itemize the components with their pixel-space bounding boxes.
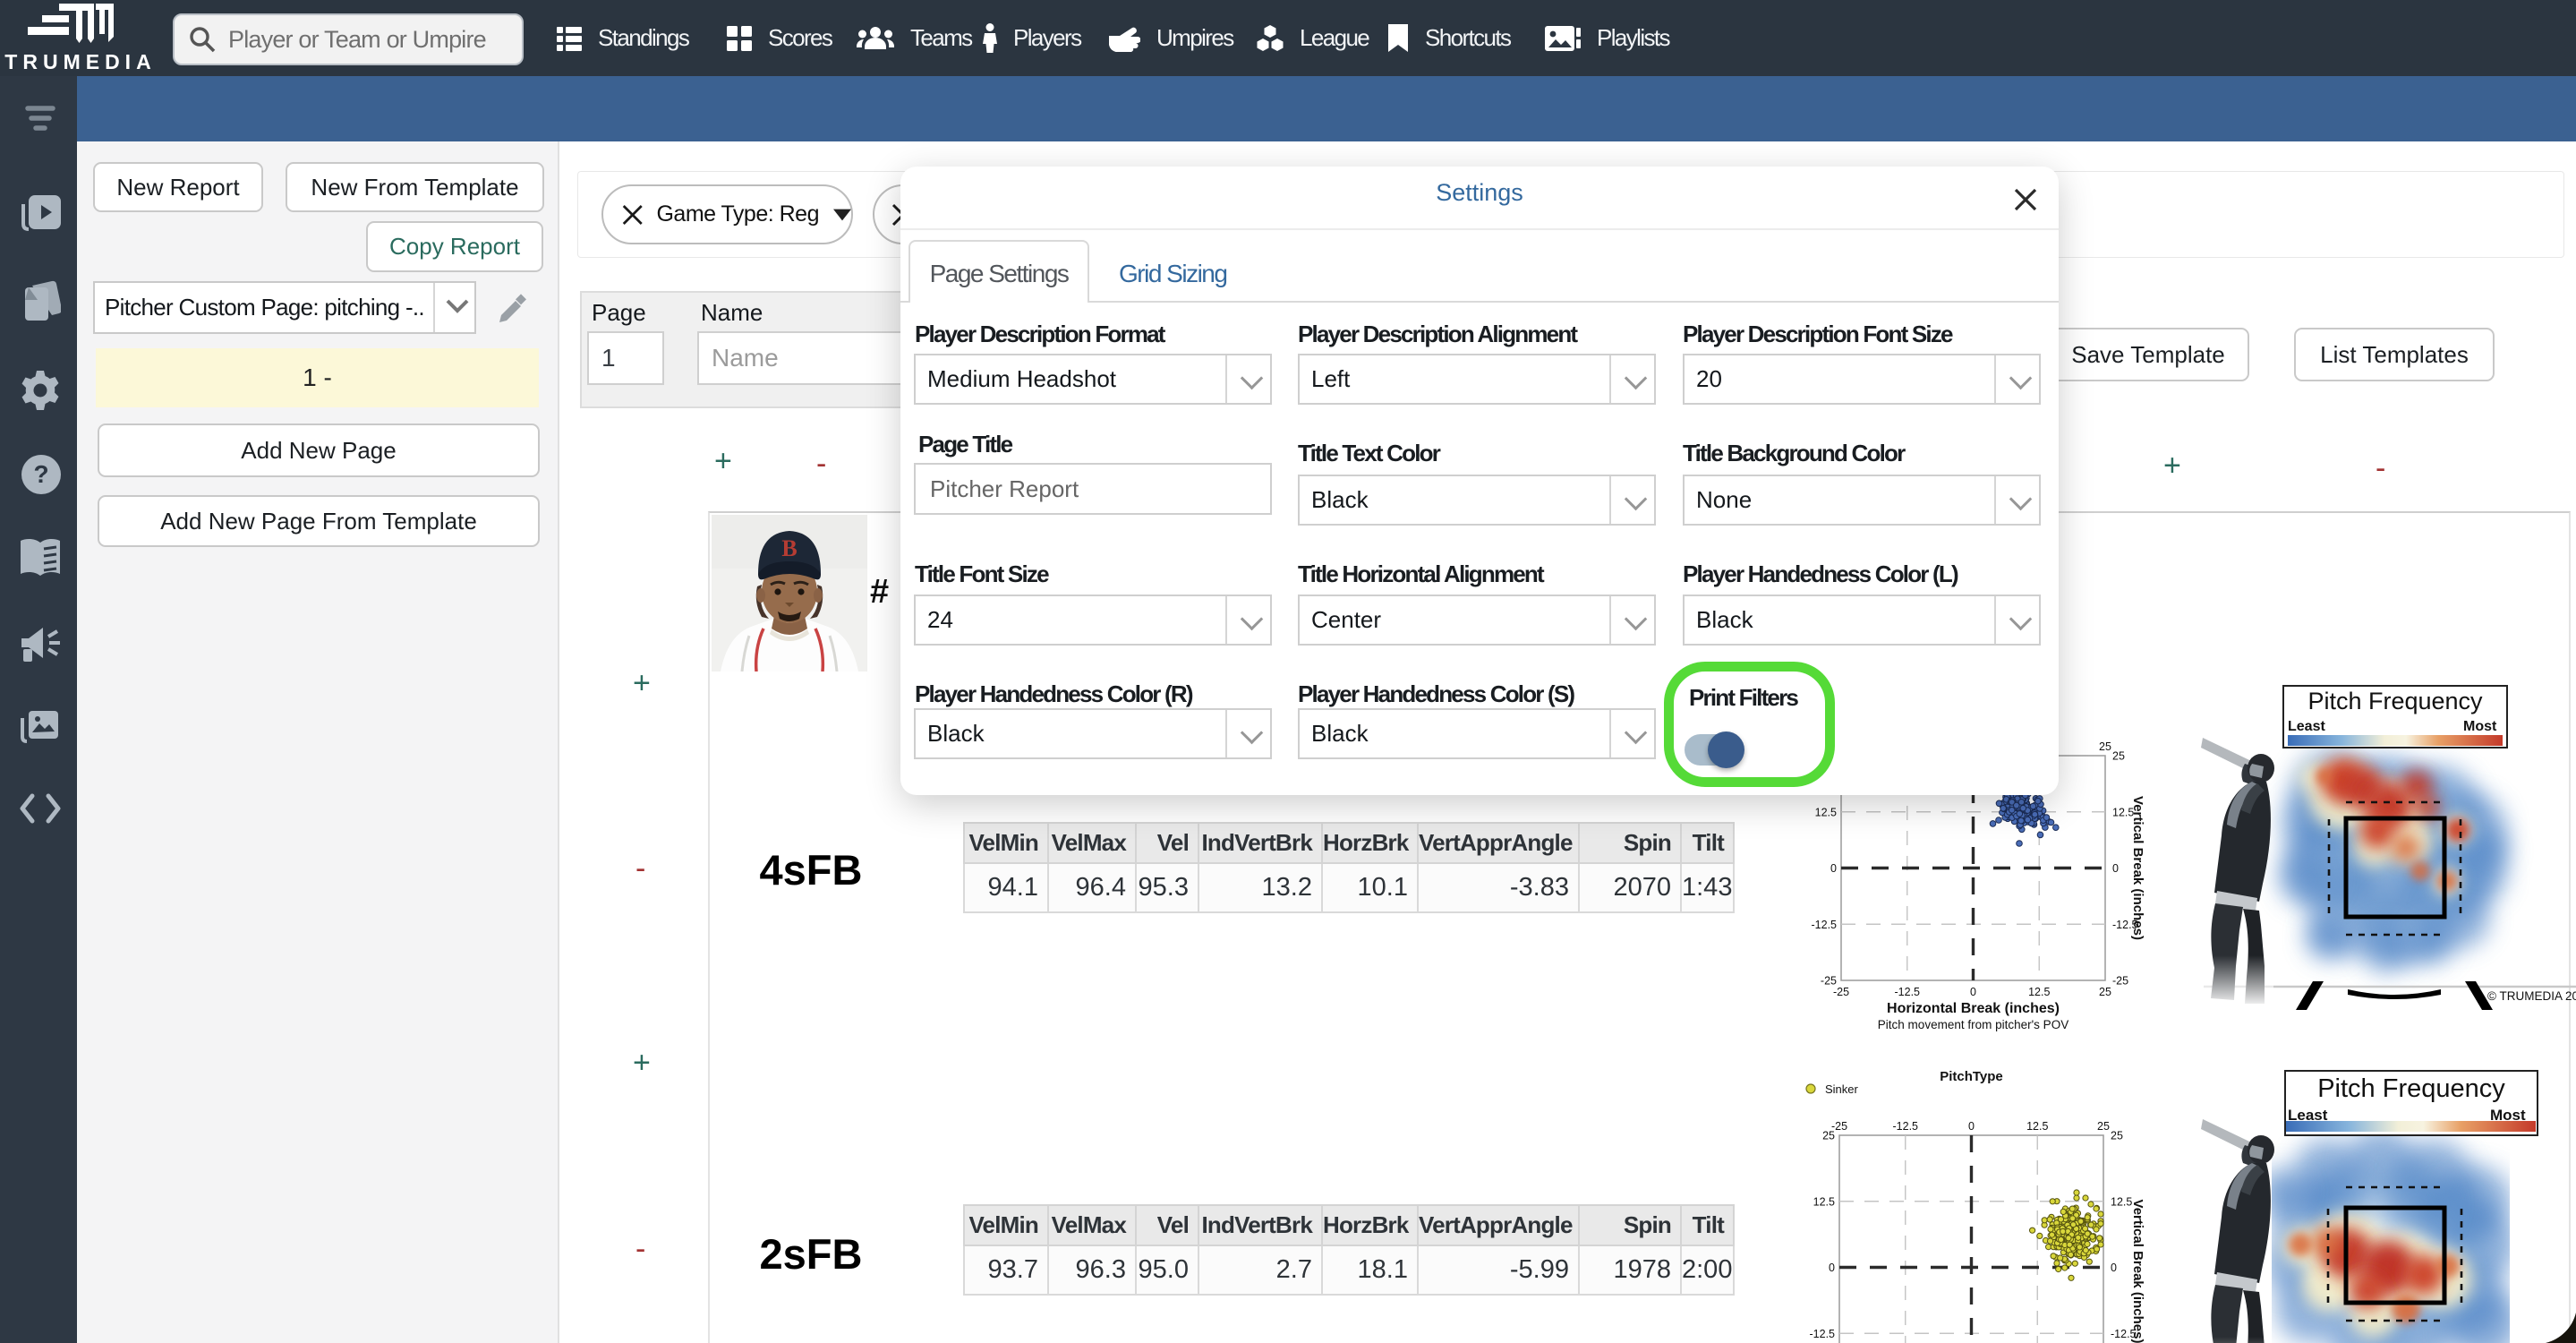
svg-text:© TRUMEDIA 2024: © TRUMEDIA 2024	[2487, 989, 2576, 1003]
